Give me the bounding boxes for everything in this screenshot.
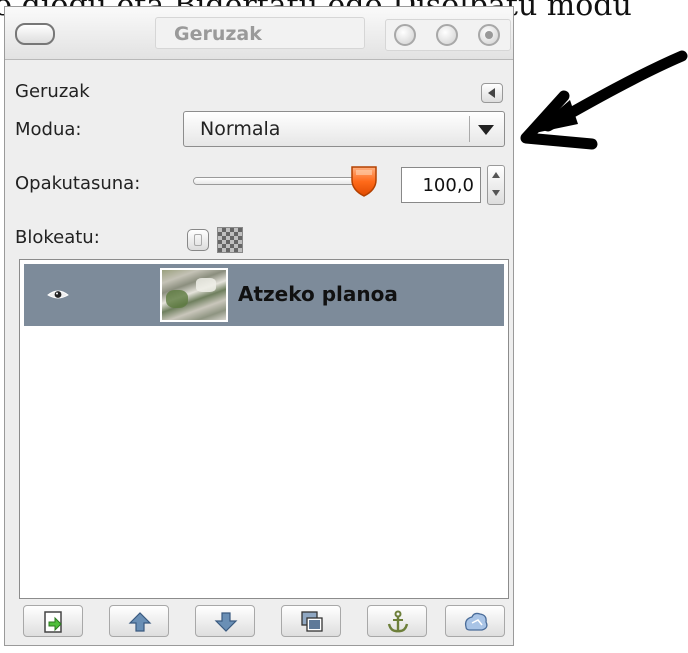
- mode-value: Normala: [200, 118, 281, 140]
- maximize-button[interactable]: [436, 24, 458, 46]
- opacity-stepper[interactable]: [487, 165, 505, 205]
- duplicate-layer-icon: [301, 611, 323, 632]
- lock-alpha-toggle[interactable]: [187, 229, 209, 251]
- stepper-up-icon[interactable]: [492, 172, 500, 178]
- dropdown-separator: [469, 116, 470, 142]
- layer-row-background[interactable]: Atzeko planoa: [24, 264, 504, 326]
- eye-icon[interactable]: [44, 282, 72, 308]
- anchor-icon: [387, 610, 409, 633]
- lower-layer-icon: [214, 612, 238, 632]
- opacity-input[interactable]: [402, 168, 480, 202]
- opacity-field[interactable]: [401, 167, 481, 203]
- mode-label: Modua:: [15, 119, 82, 140]
- mode-dropdown[interactable]: Normala: [183, 111, 505, 147]
- new-layer-button[interactable]: [23, 605, 83, 637]
- opacity-slider-fill: [194, 178, 362, 184]
- anchor-layer-button[interactable]: [367, 605, 427, 637]
- duplicate-layer-button[interactable]: [281, 605, 341, 637]
- stepper-down-icon[interactable]: [492, 190, 500, 196]
- delete-layer-icon: [464, 612, 488, 631]
- layer-name[interactable]: Atzeko planoa: [238, 282, 398, 306]
- opacity-slider-track[interactable]: [193, 177, 363, 185]
- window-title: Geruzak: [155, 17, 365, 49]
- annotation-arrow: [520, 50, 688, 150]
- layer-thumbnail: [160, 268, 228, 322]
- opacity-slider-thumb[interactable]: [349, 164, 379, 198]
- layers-dialog-window: Geruzak Geruzak Modua: Normala Opakutasu…: [4, 6, 514, 646]
- panel-title: Geruzak: [15, 81, 90, 102]
- chevron-down-icon: [478, 125, 494, 135]
- layer-actions-toolbar: [19, 605, 509, 639]
- close-button[interactable]: [478, 24, 500, 46]
- raise-layer-icon: [128, 612, 152, 632]
- collapse-panel-button[interactable]: [481, 83, 503, 103]
- lock-pixels-toggle[interactable]: [217, 227, 243, 253]
- minimize-button[interactable]: [394, 24, 416, 46]
- window-menu-button[interactable]: [15, 23, 55, 45]
- lower-layer-button[interactable]: [195, 605, 255, 637]
- delete-layer-button[interactable]: [445, 605, 505, 637]
- layer-list[interactable]: Atzeko planoa: [19, 259, 509, 599]
- opacity-label: Opakutasuna:: [15, 173, 141, 194]
- lock-label: Blokeatu:: [15, 227, 100, 248]
- raise-layer-button[interactable]: [109, 605, 169, 637]
- new-layer-icon: [44, 611, 62, 633]
- window-controls: [385, 19, 511, 51]
- titlebar[interactable]: Geruzak: [5, 7, 513, 60]
